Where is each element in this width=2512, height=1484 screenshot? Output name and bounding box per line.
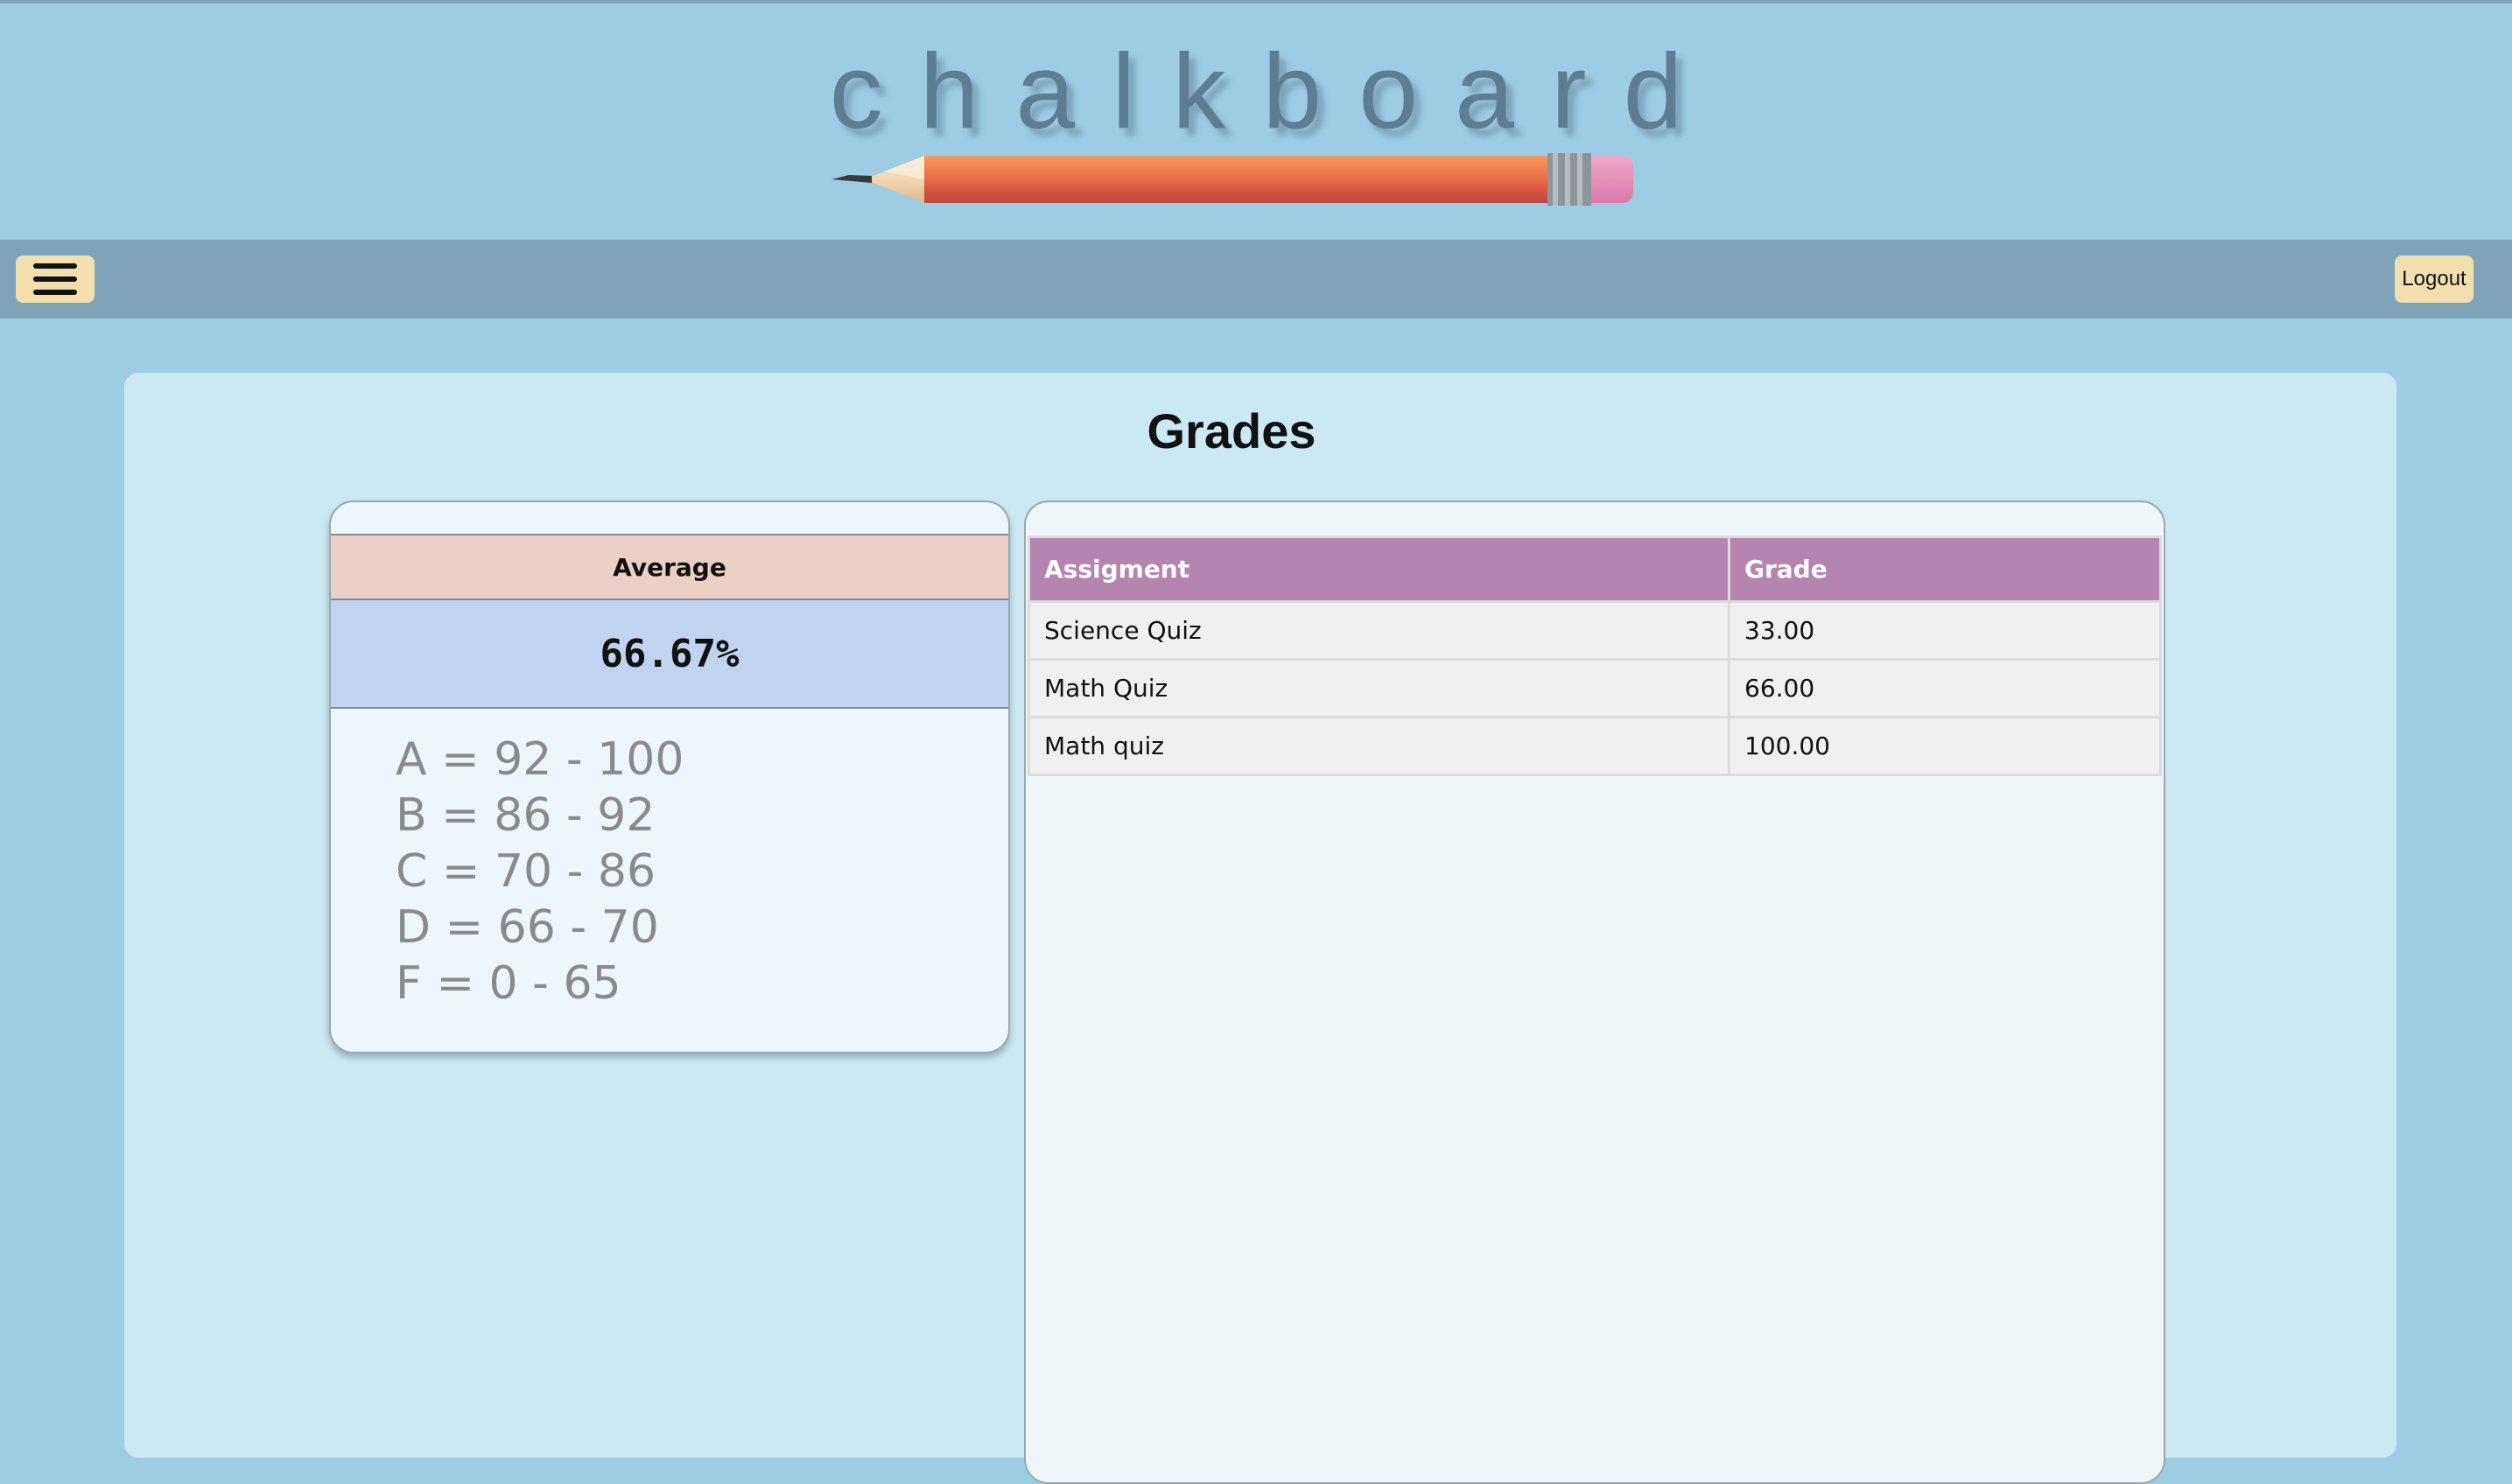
menu-button[interactable] — [16, 256, 95, 303]
grade-scale: A = 92 - 100 B = 86 - 92 C = 70 - 86 D =… — [396, 732, 684, 1012]
grade-scale-item: C = 70 - 86 — [396, 845, 656, 898]
average-card: Average 66.67% A = 92 - 100 B = 86 - 92 … — [329, 500, 1010, 1054]
pencil-icon — [831, 153, 1633, 206]
grade-scale-item: D = 66 - 70 — [396, 901, 659, 954]
assignment-cell: Science Quiz — [1028, 600, 1730, 661]
column-header-grade[interactable]: Grade — [1728, 536, 2162, 603]
column-header-assignment[interactable]: Assigment — [1028, 536, 1730, 603]
assignment-cell: Math quiz — [1028, 716, 1730, 776]
table-header-row: Assigment Grade — [1028, 536, 2162, 603]
grade-scale-item: B = 86 - 92 — [396, 789, 656, 842]
site-logo-text: chalkboard — [829, 32, 1720, 150]
grade-cell: 66.00 — [1728, 658, 2162, 718]
average-value: 66.67% — [331, 600, 1008, 709]
table-row: Science Quiz 33.00 — [1028, 600, 2162, 661]
main-panel: Grades Average 66.67% A = 92 - 100 B = 8… — [124, 373, 2396, 1484]
grade-scale-item: A = 92 - 100 — [396, 733, 684, 786]
grade-scale-item: F = 0 - 65 — [396, 957, 621, 1010]
hamburger-menu-icon — [33, 263, 77, 295]
grades-table: Assigment Grade Science Quiz 33.00 Math … — [1028, 536, 2162, 776]
table-row: Math Quiz 66.00 — [1028, 658, 2162, 718]
grades-card: Assigment Grade Science Quiz 33.00 Math … — [1024, 500, 2165, 1484]
site-header: chalkboard — [0, 4, 2512, 240]
grade-cell: 33.00 — [1728, 600, 2162, 661]
assignment-cell: Math Quiz — [1028, 658, 1730, 718]
table-row: Math quiz 100.00 — [1028, 716, 2162, 776]
logout-button[interactable]: Logout — [2395, 256, 2473, 303]
grade-cell: 100.00 — [1728, 716, 2162, 776]
navbar: Logout — [0, 240, 2512, 318]
average-header: Average — [331, 534, 1008, 600]
page-title: Grades — [1147, 403, 1316, 458]
